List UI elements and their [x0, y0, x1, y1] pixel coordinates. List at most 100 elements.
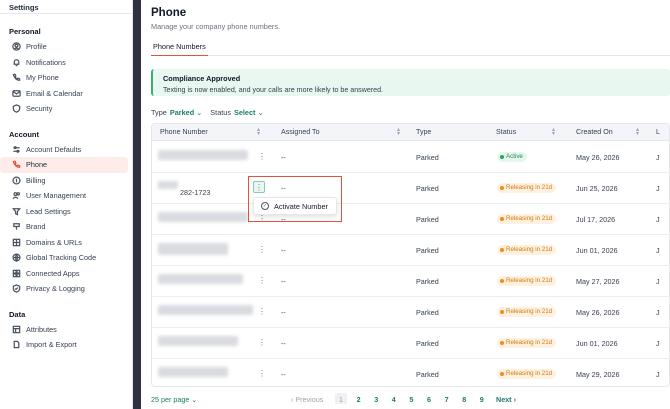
- status-badge: Releasing in 21d: [497, 245, 557, 255]
- redacted-phone-number: [158, 367, 228, 377]
- sidebar-item-attributes[interactable]: Attributes: [0, 322, 128, 338]
- sidebar-item-phone[interactable]: Phone: [0, 157, 128, 173]
- page-number-8[interactable]: 8: [458, 395, 470, 404]
- sidebar-item-label: My Phone: [26, 73, 59, 83]
- mail-icon: [11, 88, 21, 98]
- type-filter-value: Parked: [169, 108, 195, 117]
- assigned-to-cell: --: [281, 277, 286, 286]
- table-row[interactable]: 282-1723 -- Parked Jun 25, 2026 J Releasing i…: [152, 173, 669, 204]
- last-cell: J: [656, 308, 660, 317]
- sidebar-item-label: Import & Export: [26, 340, 77, 350]
- sidebar-item-account-defaults[interactable]: Account Defaults: [0, 142, 128, 158]
- sidebar-item-label: Phone: [26, 160, 48, 170]
- sidebar-item-profile[interactable]: Profile: [0, 39, 128, 55]
- page-number-6[interactable]: 6: [423, 395, 435, 404]
- type-cell: Parked: [416, 153, 439, 162]
- shield-icon: [11, 104, 21, 114]
- redacted-phone-number: [158, 336, 238, 346]
- file-icon: [11, 340, 21, 350]
- table-header: Phone Number ▴ ▾ Assigned To ▴ ▾ Type Stat…: [152, 124, 669, 141]
- table-row[interactable]: ⋮ -- Parked May 26, 2026 J Active: [152, 142, 669, 173]
- status-filter[interactable]: Status Select ⌄: [210, 108, 263, 117]
- status-badge: Releasing in 21d: [497, 214, 557, 224]
- tab-bar: Phone Numbers: [151, 40, 670, 56]
- check-circle-icon: ✓: [261, 202, 269, 210]
- last-cell: J: [656, 370, 660, 379]
- row-actions-button[interactable]: ⋮: [258, 370, 266, 378]
- page-number-5[interactable]: 5: [405, 395, 417, 404]
- redacted-phone-number: [158, 150, 248, 160]
- table-row[interactable]: ⋮ -- Parked May 27, 2026 J Releasing in 21d: [152, 266, 669, 297]
- status-badge: Releasing in 21d: [497, 369, 557, 379]
- sidebar-item-billing[interactable]: Billing: [0, 173, 128, 189]
- sidebar-item-connected-apps[interactable]: Connected Apps: [0, 266, 128, 282]
- sidebar-item-privacy-logging[interactable]: Privacy & Logging: [0, 281, 128, 297]
- sidebar-item-notifications[interactable]: Notifications: [0, 55, 128, 71]
- table-row[interactable]: ⋮ -- Parked Jun 01, 2026 J Releasing in 21d: [152, 328, 669, 359]
- table-row[interactable]: ⋮ -- Parked Jul 17, 2026 J Releasing in 21d: [152, 204, 669, 235]
- apps-icon: [11, 268, 21, 278]
- per-page-label: 25 per page: [151, 395, 190, 404]
- window-divider: [133, 0, 141, 409]
- sidebar-item-email-calendar[interactable]: Email & Calendar: [0, 86, 128, 102]
- sort-icon[interactable]: ▴ ▾: [552, 127, 555, 137]
- next-label: Next: [496, 395, 512, 404]
- table-row[interactable]: ⋮ -- Parked Jun 01, 2026 J Releasing in 21d: [152, 235, 669, 266]
- created-on-cell: Jun 25, 2026: [576, 184, 618, 193]
- code-icon: [11, 253, 21, 263]
- assigned-to-cell: --: [281, 153, 286, 162]
- sidebar-item-label: Account Defaults: [26, 144, 82, 154]
- redacted-phone-number: [158, 212, 248, 222]
- sidebar-item-label: Connected Apps: [26, 268, 80, 278]
- tab-phone-numbers[interactable]: Phone Numbers: [151, 40, 208, 56]
- column-header-assigned-to[interactable]: Assigned To: [281, 128, 320, 136]
- page-number-1[interactable]: 1: [335, 393, 347, 404]
- check-shield-icon: [11, 284, 21, 294]
- page-number-3[interactable]: 3: [370, 395, 382, 404]
- row-actions-button[interactable]: ⋮: [258, 246, 266, 254]
- phone-numbers-table: Phone Number ▴ ▾ Assigned To ▴ ▾ Type Stat…: [151, 123, 670, 387]
- column-header-created-on[interactable]: Created On: [576, 128, 613, 136]
- status-badge: Active: [497, 152, 527, 162]
- row-actions-button[interactable]: ⋮: [253, 181, 265, 193]
- status-badge: Releasing in 21d: [497, 276, 557, 286]
- filter-bar: Type Parked ⌄ Status Select ⌄: [151, 108, 264, 117]
- activate-number-menu-item[interactable]: Activate Number: [274, 202, 328, 211]
- compliance-alert: Compliance Approved Texting is now enabl…: [151, 69, 670, 96]
- sidebar-item-global-tracking-code[interactable]: Global Tracking Code: [0, 250, 128, 266]
- sidebar-item-lead-settings[interactable]: Lead Settings: [0, 204, 128, 220]
- sidebar-item-domains-urls[interactable]: Domains & URLs: [0, 235, 128, 251]
- sidebar-item-label: Attributes: [26, 324, 57, 334]
- next-page-button[interactable]: Next ›: [496, 395, 516, 404]
- page-number-7[interactable]: 7: [441, 395, 453, 404]
- table-row[interactable]: ⋮ -- Parked May 29, 2026 J Releasing in 21d: [152, 359, 669, 386]
- sidebar-item-security[interactable]: Security: [0, 101, 128, 117]
- previous-page-button[interactable]: ‹ Previous: [291, 395, 323, 404]
- row-actions-button[interactable]: ⋮: [258, 277, 266, 285]
- sort-icon[interactable]: ▴ ▾: [397, 127, 400, 137]
- brush-icon: [11, 222, 21, 232]
- type-filter[interactable]: Type Parked ⌄: [151, 108, 202, 117]
- sidebar-item-brand[interactable]: Brand: [0, 219, 128, 235]
- sidebar-item-import-export[interactable]: Import & Export: [0, 337, 128, 353]
- sidebar-item-user-management[interactable]: User Management: [0, 188, 128, 204]
- column-header-type[interactable]: Type: [416, 128, 431, 136]
- sidebar-item-label: Profile: [26, 42, 47, 52]
- row-actions-button[interactable]: ⋮: [258, 153, 266, 161]
- sort-icon[interactable]: ▴ ▾: [636, 127, 639, 137]
- type-cell: Parked: [416, 215, 439, 224]
- table-row[interactable]: ⋮ -- Parked May 26, 2026 J Releasing in 21d: [152, 297, 669, 328]
- last-cell: J: [656, 277, 660, 286]
- sort-icon[interactable]: ▴ ▾: [257, 127, 260, 137]
- page-number-2[interactable]: 2: [353, 395, 365, 404]
- row-actions-button[interactable]: ⋮: [258, 308, 266, 316]
- page-number-4[interactable]: 4: [388, 395, 400, 404]
- type-cell: Parked: [416, 277, 439, 286]
- page-number-9[interactable]: 9: [476, 395, 488, 404]
- sidebar-item-my-phone[interactable]: My Phone: [0, 70, 128, 86]
- column-header-last[interactable]: L: [656, 128, 660, 136]
- per-page-select[interactable]: 25 per page ⌄: [151, 395, 197, 404]
- column-header-status[interactable]: Status: [496, 128, 516, 136]
- row-actions-button[interactable]: ⋮: [258, 339, 266, 347]
- column-header-phone-number[interactable]: Phone Number: [160, 128, 208, 136]
